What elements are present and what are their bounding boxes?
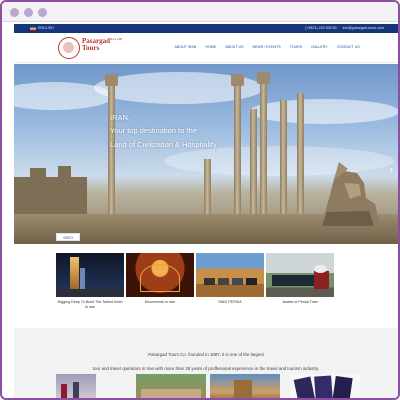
persepolis-column bbox=[108, 82, 115, 232]
nav-news-events[interactable]: NEWS / EVENTS bbox=[248, 45, 285, 49]
about-text-line-1: Pasargad Tours Co. founded in 1987, it i… bbox=[148, 352, 264, 357]
browser-toolbar bbox=[2, 2, 398, 22]
nav-tours[interactable]: TOURS bbox=[285, 45, 307, 49]
logo-seal-icon[interactable] bbox=[58, 37, 80, 59]
nav-about-iran[interactable]: ABOUT IRAN bbox=[170, 45, 201, 49]
hero-subtitle: Your top destination to the bbox=[110, 126, 197, 135]
slider-prev-icon[interactable]: ‹ bbox=[14, 164, 15, 174]
column-capital bbox=[231, 74, 244, 86]
featured-cards: Digging Deep To Build The Tallest Hotel … bbox=[56, 253, 356, 323]
video-tab[interactable]: VIDEO bbox=[56, 233, 80, 241]
window-maximize-dot[interactable] bbox=[38, 8, 47, 17]
nav-contact-us[interactable]: CONTACT US bbox=[332, 45, 364, 49]
ruins-wall bbox=[14, 177, 87, 214]
gallery-thumbnail[interactable] bbox=[136, 374, 206, 398]
site-header: Pasargad Tours Since 1987 ABOUT IRAN HOM… bbox=[14, 33, 398, 63]
language-selector[interactable]: ENGLISH bbox=[38, 24, 54, 33]
persepolis-column bbox=[234, 83, 241, 233]
nav-home[interactable]: HOME bbox=[201, 45, 221, 49]
nav-gallery[interactable]: GALLERY bbox=[307, 45, 333, 49]
ruins-doorway bbox=[58, 166, 71, 188]
ruins-doorway bbox=[30, 168, 46, 188]
sky-cloud bbox=[249, 99, 398, 124]
hero-title: IRAN, bbox=[110, 113, 131, 122]
persepolis-column bbox=[260, 82, 267, 232]
card-image bbox=[126, 253, 194, 297]
window-close-dot[interactable] bbox=[10, 8, 19, 17]
gallery-thumbnail[interactable] bbox=[56, 374, 96, 398]
card-title[interactable]: Monuments in Iran bbox=[126, 300, 194, 305]
window-minimize-dot[interactable] bbox=[24, 8, 33, 17]
hero-slider: IRAN, Your top destination to the Land o… bbox=[14, 64, 398, 244]
card-image bbox=[56, 253, 124, 297]
contact-info: (+9821) 226 506 50 info@pasargad-tours.c… bbox=[305, 24, 384, 33]
phone-number[interactable]: (+9821) 226 506 50 bbox=[305, 24, 336, 33]
gallery-thumbnail[interactable] bbox=[290, 374, 360, 398]
gallery-thumbnail[interactable] bbox=[210, 374, 280, 398]
persepolis-column bbox=[297, 93, 304, 233]
website-page: ENGLISH (+9821) 226 506 50 info@pasargad… bbox=[14, 24, 398, 398]
logo-since-text: Since 1987 bbox=[110, 38, 123, 41]
card-title[interactable]: RAID PERSIA bbox=[196, 300, 264, 305]
card-image bbox=[196, 253, 264, 297]
hero-tagline: Land of Civilization & Hospitality bbox=[110, 140, 217, 149]
top-contact-bar: ENGLISH (+9821) 226 506 50 info@pasargad… bbox=[14, 24, 398, 33]
card-title[interactable]: Digging Deep To Build The Tallest Hotel … bbox=[56, 300, 124, 309]
main-navigation: ABOUT IRAN HOME ABOUT US NEWS / EVENTS T… bbox=[170, 45, 364, 49]
card-title[interactable]: Jewels of Persia Train bbox=[266, 300, 334, 305]
card-image bbox=[266, 253, 334, 297]
about-text-line-2: tour and travel operators in Iran with m… bbox=[92, 366, 320, 371]
iran-flag-icon bbox=[30, 26, 36, 31]
email-address[interactable]: info@pasargad-tours.com bbox=[343, 24, 384, 33]
column-capital bbox=[257, 72, 270, 84]
nav-about-us[interactable]: ABOUT US bbox=[221, 45, 248, 49]
column-capital bbox=[105, 74, 118, 86]
browser-frame: ENGLISH (+9821) 226 506 50 info@pasargad… bbox=[0, 0, 400, 400]
persepolis-column bbox=[280, 100, 287, 232]
slider-next-icon[interactable]: › bbox=[390, 164, 393, 174]
griffin-statue bbox=[321, 162, 380, 226]
